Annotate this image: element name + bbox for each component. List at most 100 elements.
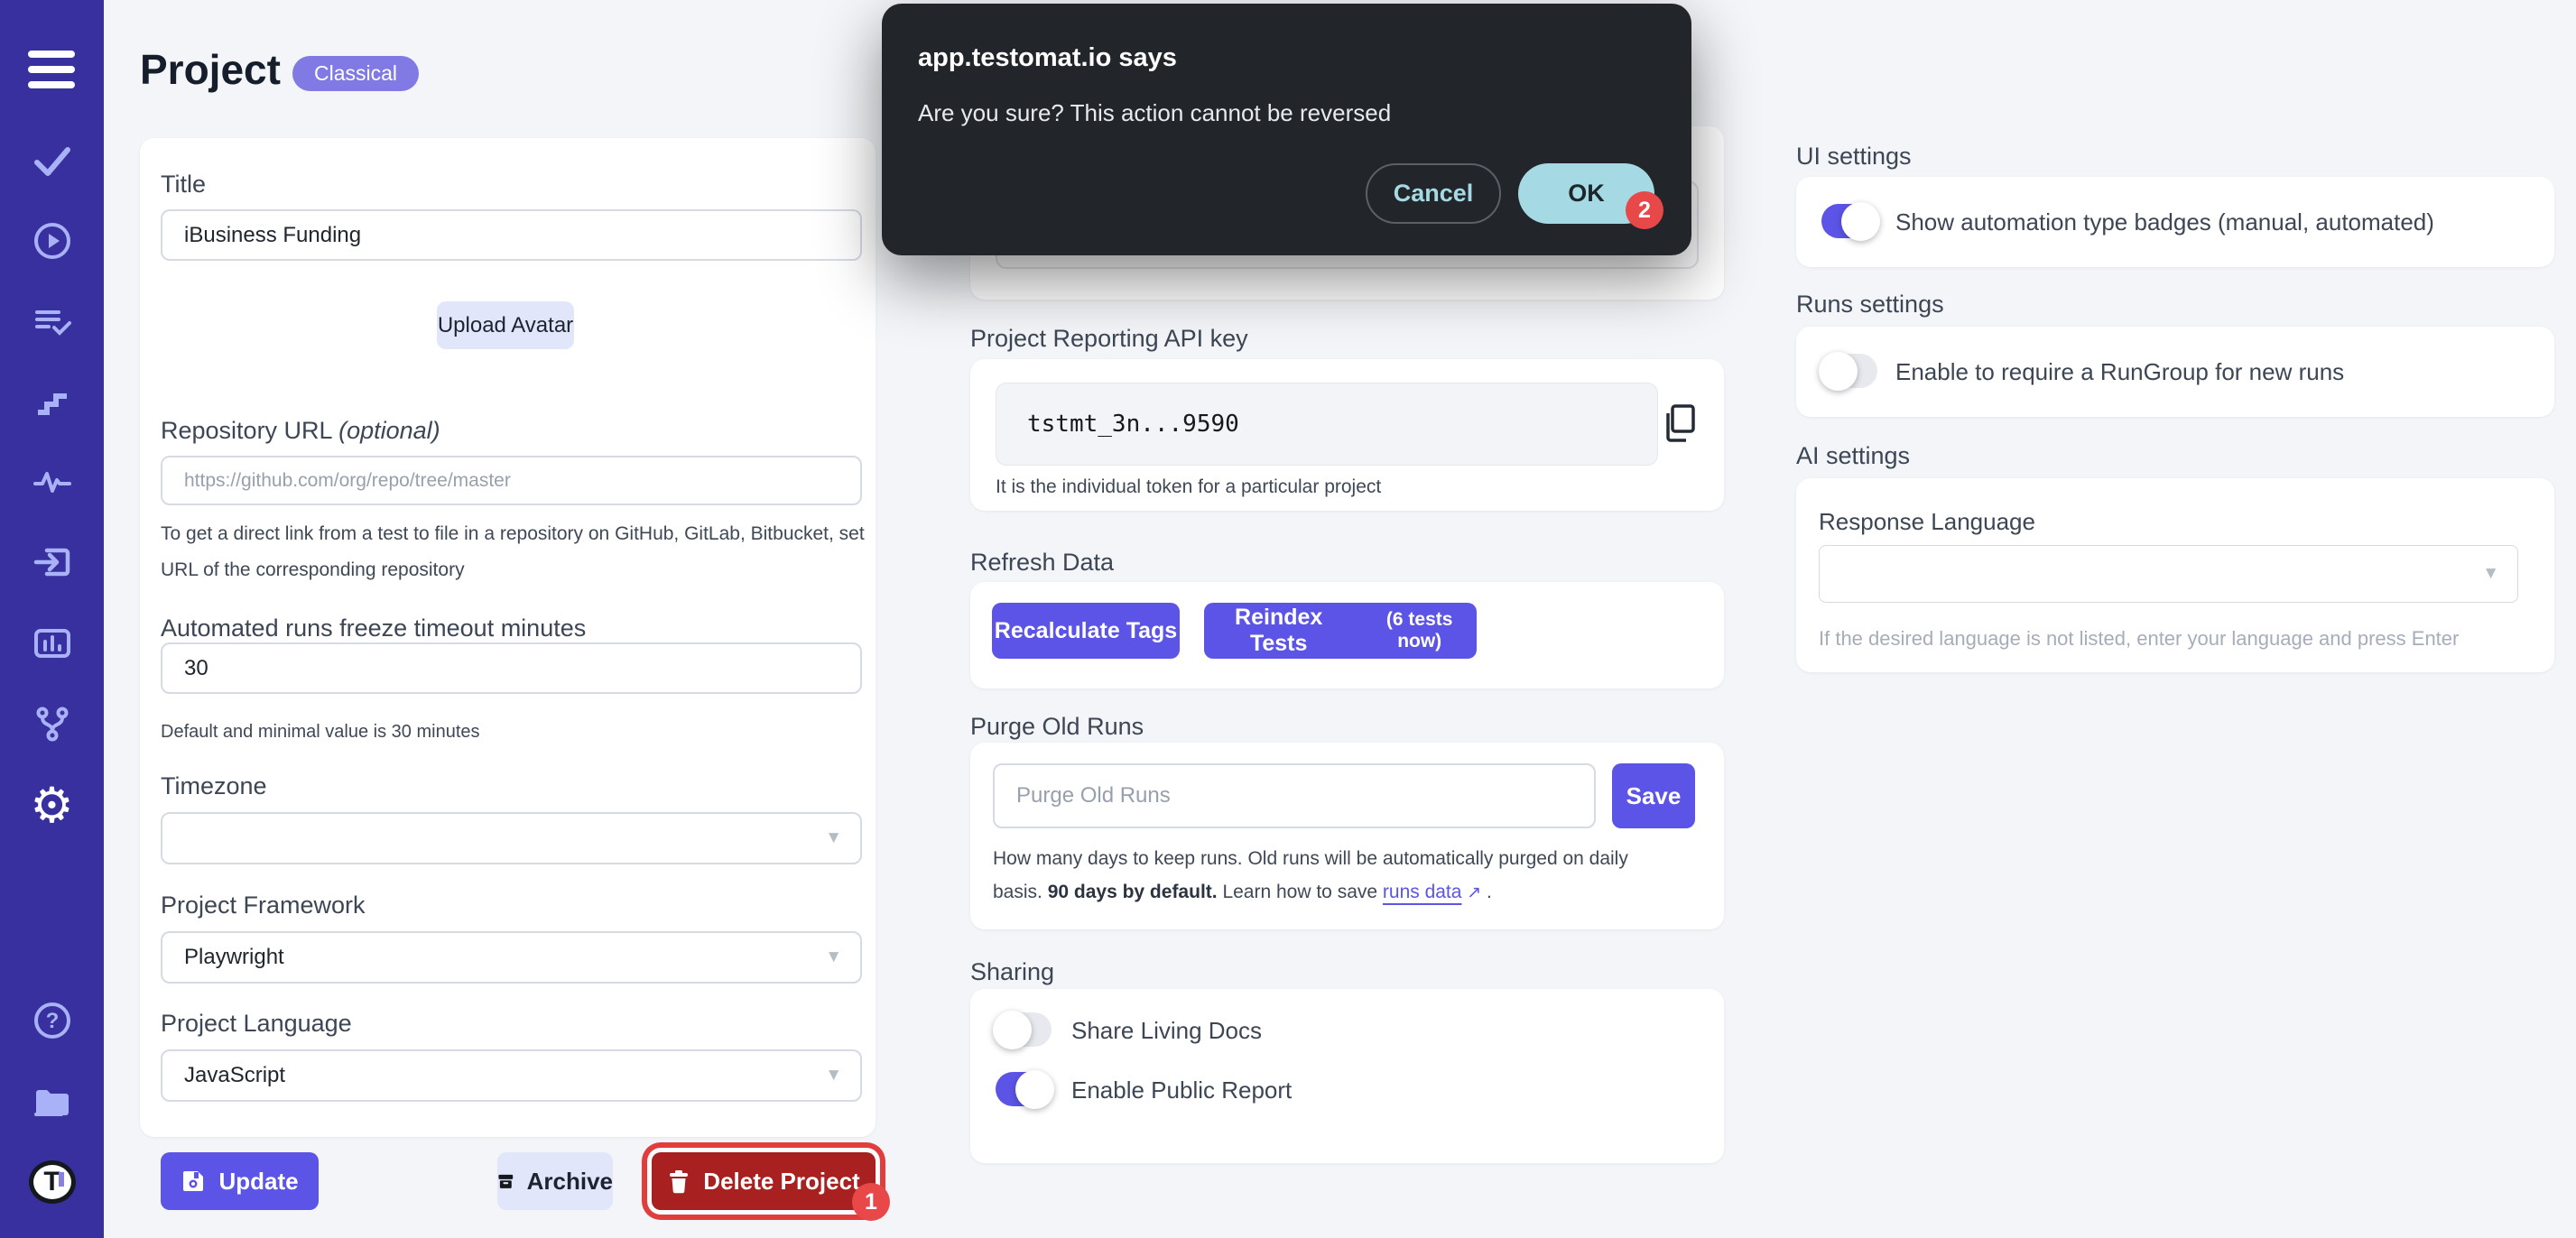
freeze-timeout-input[interactable]	[161, 642, 862, 694]
refresh-data-label: Refresh Data	[970, 549, 1115, 576]
delete-project-label: Delete Project	[703, 1167, 860, 1195]
upload-avatar-button[interactable]: Upload Avatar	[437, 301, 574, 349]
cancel-label: Cancel	[1393, 180, 1474, 207]
repo-url-optional-text: (optional)	[338, 417, 440, 444]
automation-badges-label: Show automation type badges (manual, aut…	[1895, 208, 2434, 236]
reporting-api-key-label: Project Reporting API key	[970, 325, 1248, 352]
page-title: Project	[140, 46, 281, 93]
archive-box-icon	[498, 1174, 514, 1188]
upload-avatar-label: Upload Avatar	[437, 312, 574, 337]
ok-label: OK	[1568, 180, 1605, 207]
test-plans-icon[interactable]	[0, 300, 104, 342]
enable-public-report-toggle[interactable]	[996, 1070, 1054, 1109]
svg-text:?: ?	[45, 1009, 59, 1033]
repo-url-label: Repository URL (optional)	[161, 417, 440, 445]
language-select[interactable]: JavaScript ▼	[161, 1049, 862, 1102]
ai-settings-help: If the desired language is not listed, e…	[1819, 627, 2460, 650]
toggle-knob	[1015, 1070, 1054, 1109]
freeze-timeout-help: Default and minimal value is 30 minutes	[161, 722, 480, 742]
menu-icon[interactable]	[28, 51, 75, 88]
external-link-icon: ↗	[1467, 883, 1482, 902]
trash-icon	[670, 1170, 689, 1194]
confirm-dialog-title: app.testomat.io says	[918, 43, 1177, 72]
repo-url-label-text: Repository URL	[161, 417, 332, 444]
update-label: Update	[218, 1167, 299, 1195]
archive-label: Archive	[526, 1167, 613, 1195]
freeze-timeout-label: Automated runs freeze timeout minutes	[161, 614, 587, 642]
framework-select[interactable]: Playwright ▼	[161, 931, 862, 984]
timezone-label: Timezone	[161, 772, 267, 799]
projects-folder-icon[interactable]	[0, 1082, 104, 1123]
gear-glyph: ⚙	[30, 777, 74, 834]
annotation-step-1-badge: 1	[852, 1183, 890, 1221]
timezone-select[interactable]: ▼	[161, 812, 862, 864]
save-floppy-icon	[183, 1171, 204, 1191]
update-button[interactable]: Update	[161, 1152, 319, 1210]
purge-old-runs-input[interactable]	[993, 763, 1596, 828]
annotation-step-2-badge: 2	[1626, 191, 1663, 229]
automation-badges-toggle[interactable]	[1821, 202, 1880, 241]
purge-save-button[interactable]: Save	[1612, 763, 1695, 828]
title-input[interactable]	[161, 209, 862, 261]
repo-url-help: To get a direct link from a test to file…	[161, 523, 865, 580]
language-value: JavaScript	[184, 1063, 286, 1087]
purge-old-runs-label: Purge Old Runs	[970, 713, 1144, 740]
share-living-docs-label: Share Living Docs	[1071, 1017, 1262, 1044]
reindex-tests-button[interactable]: Reindex Tests (6 tests now)	[1204, 603, 1477, 659]
runs-data-link[interactable]: runs data	[1383, 882, 1462, 902]
reindex-tests-label: Reindex Tests	[1235, 605, 1323, 656]
archive-button[interactable]: Archive	[497, 1152, 613, 1210]
sidebar: ⚙ ? T	[0, 0, 104, 1238]
response-language-select[interactable]: ▼	[1819, 545, 2518, 603]
recalculate-tags-label: Recalculate Tags	[994, 617, 1178, 643]
purge-help-part2: Learn how to save	[1217, 882, 1383, 902]
framework-value: Playwright	[184, 945, 284, 969]
title-label: Title	[161, 171, 207, 198]
recalculate-tags-button[interactable]: Recalculate Tags	[992, 603, 1180, 659]
reporting-api-key-help: It is the individual token for a particu…	[996, 476, 1382, 497]
chevron-down-icon: ▼	[2482, 564, 2499, 583]
runs-settings-label: Runs settings	[1796, 291, 1944, 318]
copy-icon[interactable]	[1661, 402, 1699, 448]
confirm-dialog: app.testomat.io says Are you sure? This …	[882, 4, 1691, 255]
api-token-value: tstmt_3n...9590	[1027, 411, 1239, 438]
git-branch-icon[interactable]	[0, 703, 104, 744]
help-icon[interactable]: ?	[0, 1000, 104, 1041]
chevron-down-icon: ▼	[825, 1066, 842, 1085]
project-type-badge: Classical	[292, 56, 420, 91]
purge-help: How many days to keep runs. Old runs wil…	[993, 842, 1665, 910]
chevron-down-icon: ▼	[825, 828, 842, 847]
tests-check-icon[interactable]	[0, 140, 104, 181]
share-living-docs-toggle[interactable]	[993, 1011, 1052, 1049]
framework-label: Project Framework	[161, 892, 366, 919]
ui-settings-label: UI settings	[1796, 143, 1912, 170]
purge-help-part3: .	[1481, 882, 1492, 902]
sign-in-icon[interactable]	[0, 541, 104, 583]
logo-accent	[58, 1172, 64, 1187]
steps-icon[interactable]	[0, 381, 104, 422]
toggle-knob	[1841, 202, 1880, 241]
chevron-down-icon: ▼	[825, 947, 842, 966]
sharing-label: Sharing	[970, 958, 1055, 985]
repo-url-input[interactable]	[161, 456, 862, 505]
language-label: Project Language	[161, 1010, 352, 1037]
toggle-knob	[1819, 352, 1858, 391]
testomat-logo[interactable]: T	[0, 1160, 104, 1204]
enable-public-report-label: Enable Public Report	[1071, 1076, 1293, 1104]
delete-project-button[interactable]: Delete Project	[652, 1152, 876, 1210]
api-token-field[interactable]: tstmt_3n...9590	[996, 383, 1658, 466]
toggle-knob	[993, 1011, 1032, 1049]
ai-settings-label: AI settings	[1796, 442, 1911, 469]
response-language-label: Response Language	[1819, 508, 2035, 535]
confirm-dialog-message: Are you sure? This action cannot be reve…	[918, 99, 1392, 126]
rungroup-required-toggle[interactable]	[1819, 352, 1877, 391]
run-play-icon[interactable]	[0, 220, 104, 262]
rungroup-required-label: Enable to require a RunGroup for new run…	[1895, 358, 2345, 385]
purge-save-label: Save	[1626, 781, 1682, 809]
purge-help-bold: 90 days by default.	[1047, 882, 1218, 902]
cancel-button[interactable]: Cancel	[1366, 163, 1501, 224]
settings-gear-icon[interactable]: ⚙	[0, 781, 104, 830]
reports-chart-icon[interactable]	[0, 623, 104, 664]
reindex-tests-note: (6 tests now)	[1385, 609, 1453, 651]
activity-pulse-icon[interactable]	[0, 461, 104, 503]
